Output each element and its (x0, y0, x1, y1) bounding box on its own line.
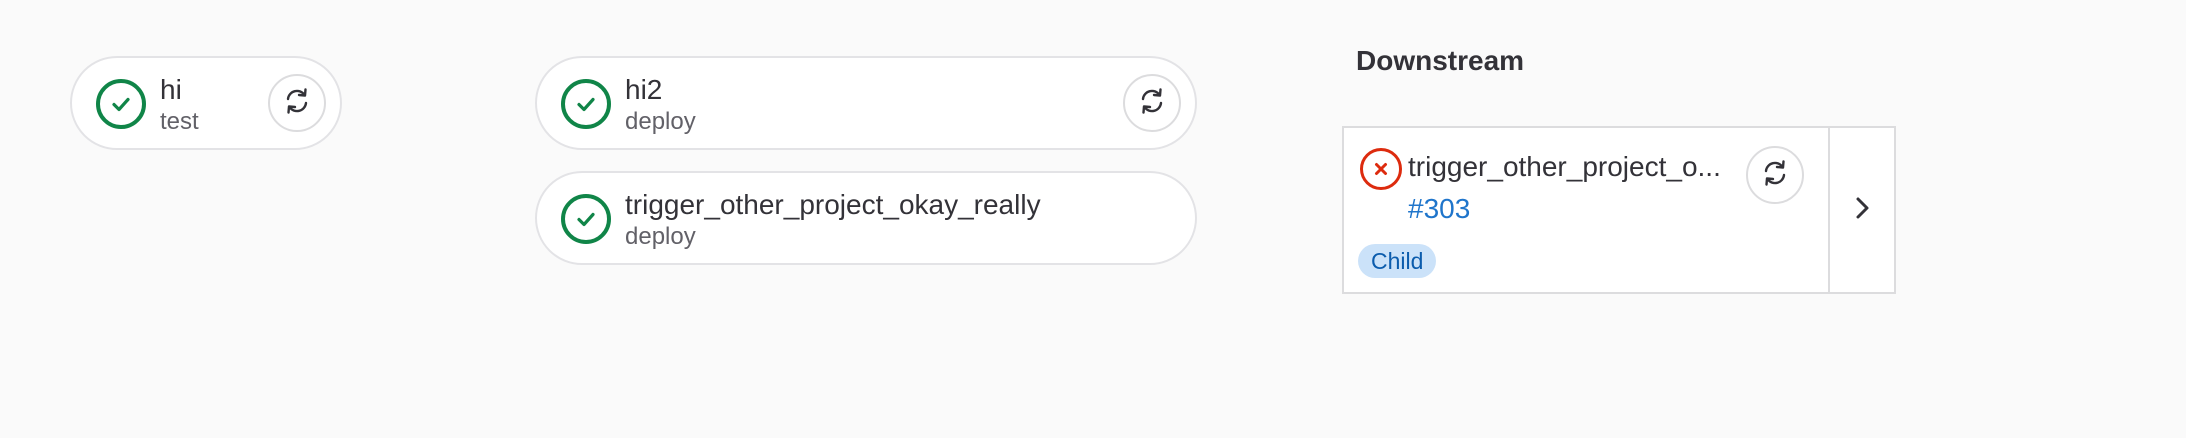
job-stage: test (160, 108, 199, 135)
job-name: hi (160, 74, 182, 105)
job-hi2[interactable]: hi2 deploy (535, 56, 1197, 150)
success-status-icon (561, 194, 611, 244)
job-name: hi2 (625, 74, 663, 105)
downstream-pipeline-card[interactable]: trigger_other_project_o... #303 Child (1342, 126, 1896, 294)
retry-icon (1758, 156, 1792, 195)
retry-button[interactable] (1746, 146, 1804, 204)
success-status-icon (561, 79, 611, 129)
chevron-right-icon (1852, 194, 1872, 227)
retry-button[interactable] (1123, 74, 1181, 132)
failed-status-icon (1360, 148, 1402, 190)
downstream-pipeline-id-link[interactable]: #303 (1408, 192, 1470, 226)
retry-icon (1135, 84, 1169, 123)
expand-downstream-button[interactable] (1828, 128, 1894, 292)
job-stage: deploy (625, 223, 696, 250)
retry-icon (280, 84, 314, 123)
downstream-heading: Downstream (1356, 45, 1525, 76)
downstream-pipeline-name: trigger_other_project_o... (1408, 151, 1721, 182)
job-stage: deploy (625, 108, 696, 135)
retry-button[interactable] (268, 74, 326, 132)
child-badge: Child (1358, 244, 1437, 278)
job-hi[interactable]: hi test (70, 56, 342, 150)
job-name: trigger_other_project_okay_really (625, 189, 1041, 220)
job-trigger-other-project[interactable]: trigger_other_project_okay_really deploy (535, 171, 1197, 265)
success-status-icon (96, 79, 146, 129)
